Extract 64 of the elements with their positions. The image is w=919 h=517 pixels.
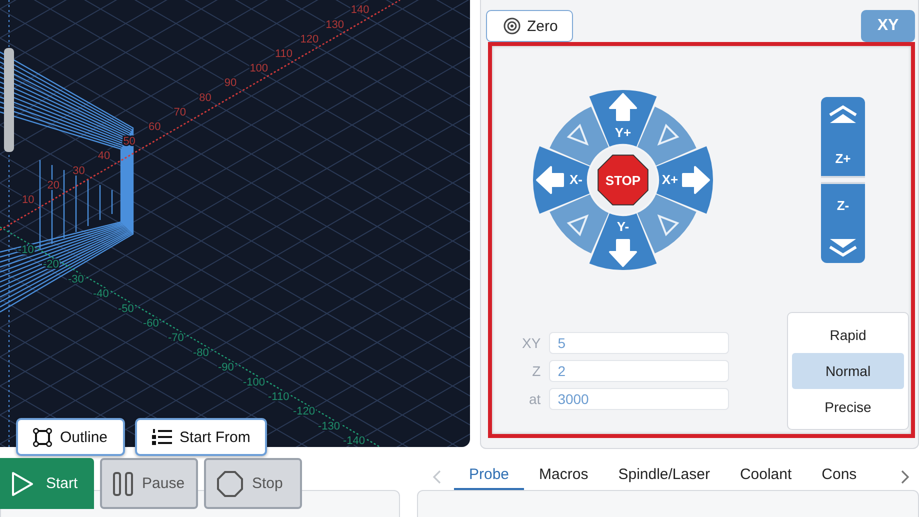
- axis-label: -30: [68, 273, 84, 286]
- field-label: Z: [531, 363, 541, 379]
- pause-button[interactable]: Pause: [100, 458, 198, 509]
- jog-mode-option[interactable]: Precise: [792, 389, 904, 425]
- axis-label: 120: [300, 33, 319, 46]
- step-input[interactable]: 2: [548, 360, 729, 382]
- axis-label: 30: [72, 164, 85, 177]
- axis-label: -110: [268, 391, 290, 403]
- bounding-box-icon: [33, 428, 52, 446]
- axis-label: -120: [293, 406, 316, 418]
- tab[interactable]: Macros: [524, 463, 604, 490]
- jog-x-plus-button[interactable]: X+: [656, 146, 713, 214]
- jog-y-minus-button[interactable]: Y-: [589, 213, 657, 270]
- axis-label: 130: [326, 18, 344, 31]
- axis-label: -130: [318, 420, 340, 432]
- axis-label: 60: [148, 121, 161, 133]
- start-from-button[interactable]: Start From: [134, 418, 268, 456]
- axis-label: -40: [93, 288, 109, 300]
- axis-label: 140: [350, 4, 370, 16]
- field-label: XY: [522, 335, 541, 351]
- zero-button[interactable]: Zero: [486, 10, 573, 42]
- diagonal-jog-button[interactable]: [550, 194, 609, 254]
- tab[interactable]: Spindle/Laser: [603, 463, 725, 490]
- start-button[interactable]: Start: [0, 458, 94, 509]
- axis-label: -60: [143, 318, 159, 330]
- axis-label: 70: [174, 106, 186, 118]
- step-input[interactable]: 5: [548, 332, 729, 354]
- axis-label: -80: [193, 346, 209, 359]
- tab[interactable]: Coolant: [724, 463, 807, 490]
- axis-label: -90: [218, 362, 234, 374]
- octagon-icon: [216, 470, 244, 498]
- tab[interactable]: Cons: [806, 463, 872, 490]
- chevron-down-icon: [828, 237, 858, 257]
- chevron-right-icon[interactable]: [900, 470, 910, 484]
- axis-label: 80: [199, 92, 212, 104]
- plane-button[interactable]: XY: [861, 10, 915, 42]
- field-label: at: [528, 391, 541, 407]
- diagonal-jog-button[interactable]: [550, 106, 609, 166]
- jog-mode-option[interactable]: Rapid: [792, 317, 904, 353]
- axis-label: 90: [224, 77, 237, 90]
- axis-label: 10: [22, 194, 34, 206]
- axis-label: -140: [343, 435, 366, 447]
- stop-button[interactable]: Stop: [204, 458, 302, 509]
- diagonal-jog-button[interactable]: [637, 194, 696, 254]
- play-icon: [10, 470, 34, 496]
- axis-label: -70: [168, 332, 184, 344]
- outline-button[interactable]: Outline: [16, 418, 125, 456]
- axis-label: 40: [98, 150, 110, 162]
- jog-x-minus-button[interactable]: X-: [533, 146, 590, 214]
- target-icon: [503, 17, 521, 35]
- diagonal-jog-button[interactable]: [637, 106, 696, 166]
- numbered-list-icon: [152, 428, 172, 446]
- stop-button[interactable]: STOP: [598, 154, 648, 206]
- z-plus-button[interactable]: Z+: [821, 97, 865, 176]
- chevron-up-icon: [828, 105, 858, 125]
- jog-mode-option[interactable]: Normal: [792, 353, 904, 389]
- pause-icon: [112, 470, 134, 496]
- axis-label: -100: [243, 376, 266, 388]
- axis-label: -50: [118, 302, 134, 315]
- axis-label: 100: [250, 62, 268, 75]
- z-minus-button[interactable]: Z-: [821, 184, 865, 263]
- step-input[interactable]: 3000: [548, 388, 729, 410]
- jog-y-plus-button[interactable]: Y+: [589, 90, 657, 147]
- axis-label: 110: [275, 48, 293, 60]
